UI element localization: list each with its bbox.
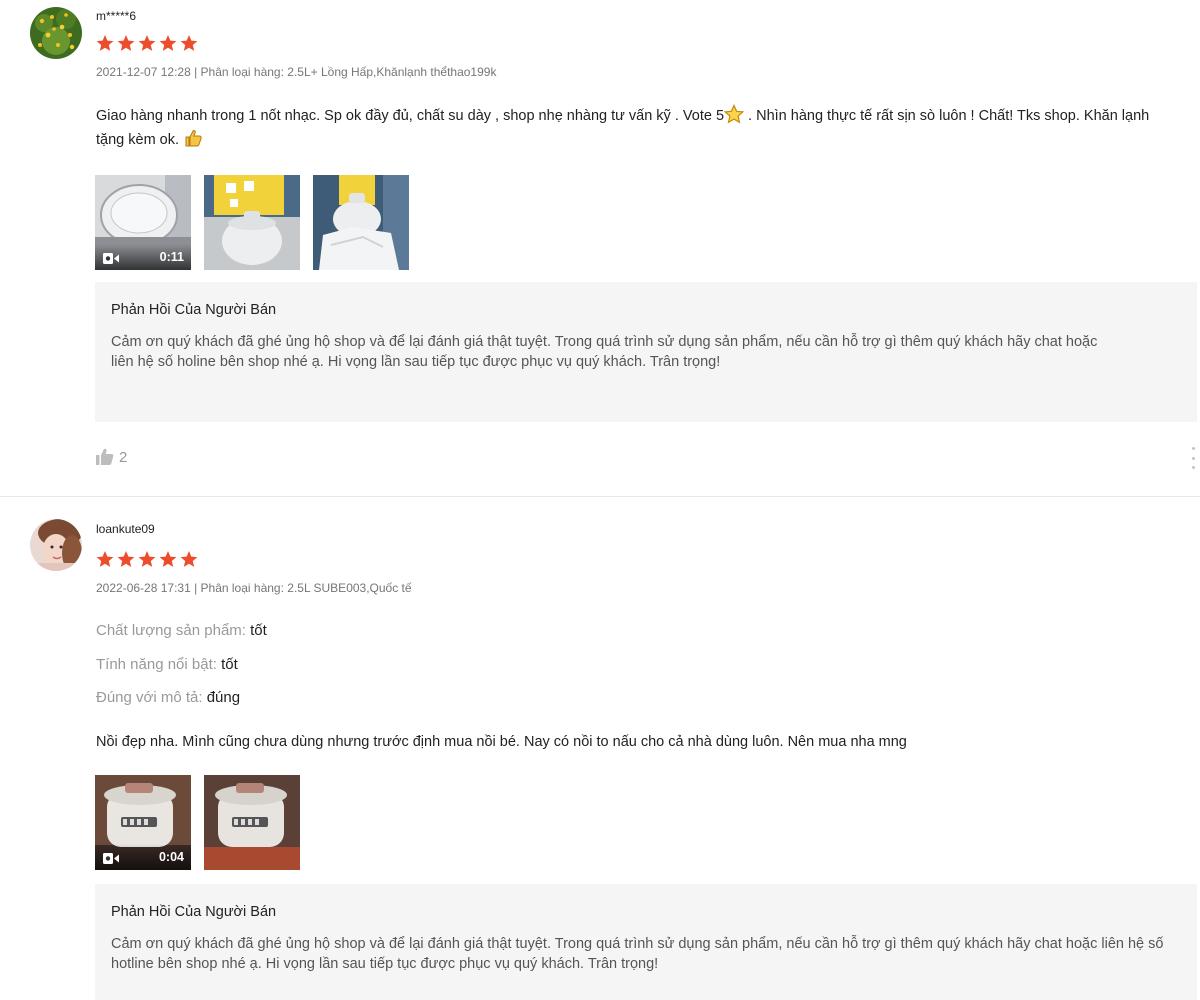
attribute-value: tốt (250, 622, 267, 639)
review-comment: Nồi đẹp nha. Mình cũng chưa dùng nhưng t… (96, 734, 907, 750)
video-duration: 0:11 (159, 250, 184, 264)
seller-reply: Phản Hồi Của Người Bán Cảm ơn quý khách … (95, 884, 1197, 1000)
username[interactable]: loankute09 (96, 522, 155, 536)
star-icon (180, 551, 198, 567)
seller-reply-title: Phản Hồi Của Người Bán (111, 302, 277, 318)
review-attribute: Chất lượng sản phẩm: tốt (96, 622, 267, 639)
avatar[interactable] (30, 519, 82, 571)
star-icon (159, 551, 177, 567)
review-image-thumbnail[interactable] (204, 775, 300, 870)
attribute-value: tốt (221, 656, 238, 673)
star-icon (138, 35, 156, 51)
review-meta: 2022-06-28 17:31 | Phân loại hàng: 2.5L … (96, 581, 412, 595)
more-options-icon[interactable] (1188, 447, 1198, 469)
review-video-thumbnail[interactable]: 0:11 (95, 175, 191, 270)
comment-text: Giao hàng nhanh trong 1 nốt nhạc. Sp ok … (96, 108, 725, 124)
review-comment: Giao hàng nhanh trong 1 nốt nhạc. Sp ok … (96, 104, 1181, 152)
seller-reply-title: Phản Hồi Của Người Bán (111, 904, 277, 920)
star-icon (117, 551, 135, 567)
review-attribute: Tính năng nổi bật: tốt (96, 656, 238, 673)
seller-reply-text: Cảm ơn quý khách đã ghé ủng hộ shop và đ… (111, 936, 1164, 972)
star-icon (138, 551, 156, 567)
star-icon (96, 35, 114, 51)
attribute-label: Tính năng nổi bật: (96, 656, 217, 673)
video-duration: 0:04 (158, 850, 184, 864)
rating-stars (95, 33, 199, 53)
star-icon (159, 35, 177, 51)
star-icon (96, 551, 114, 567)
thumbs-up-icon (96, 448, 114, 465)
review-media: 0:11 (95, 175, 409, 270)
review-meta: 2021-12-07 12:28 | Phân loại hàng: 2.5L+… (96, 65, 497, 79)
video-camera-icon (103, 253, 119, 264)
star-emoji-icon (724, 104, 745, 124)
divider (0, 496, 1200, 497)
seller-reply-text: Cảm ơn quý khách đã ghé ủng hộ shop và đ… (111, 334, 1098, 370)
attribute-label: Chất lượng sản phẩm: (96, 622, 246, 639)
username[interactable]: m*****6 (96, 9, 136, 23)
thumbs-up-emoji-icon (185, 130, 202, 147)
like-button[interactable]: 2 (95, 448, 127, 466)
review-image-thumbnail[interactable] (204, 175, 300, 270)
review-image-thumbnail[interactable] (313, 175, 409, 270)
video-camera-icon (103, 853, 119, 864)
attribute-value: đúng (206, 689, 241, 706)
review-media: 0:04 (95, 775, 300, 870)
review-video-thumbnail[interactable]: 0:04 (95, 775, 191, 870)
review-attribute: Đúng với mô tả: đúng (96, 689, 240, 706)
rating-stars (95, 549, 199, 569)
seller-reply: Phản Hồi Của Người Bán Cảm ơn quý khách … (95, 282, 1197, 422)
avatar[interactable] (30, 7, 82, 59)
star-icon (117, 35, 135, 51)
like-count: 2 (119, 448, 128, 466)
star-icon (180, 35, 198, 51)
attribute-label: Đúng với mô tả: (96, 689, 203, 706)
